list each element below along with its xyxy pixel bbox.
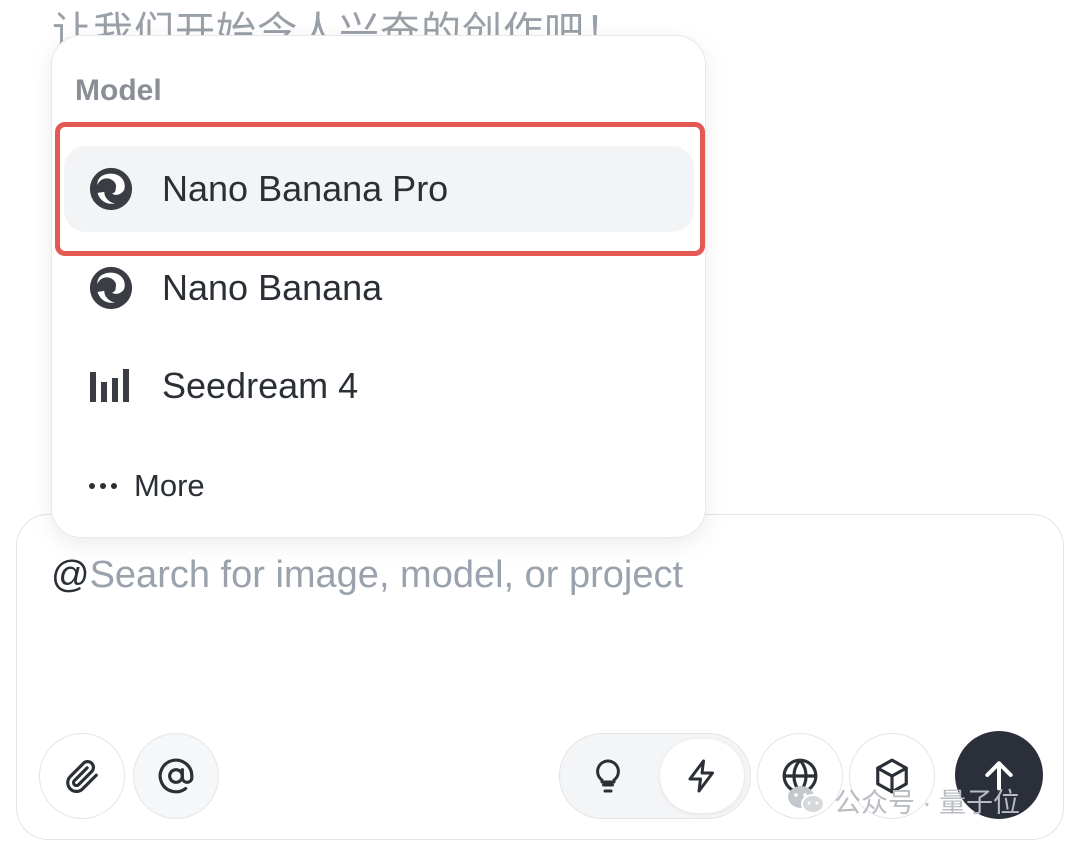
more-label: More [134,468,205,503]
at-sign-icon [158,758,194,794]
gemini-swirl-icon [87,264,135,312]
model-option-seedream-4[interactable]: Seedream 4 [64,343,694,429]
more-dots-icon [89,483,117,489]
prompt-placeholder: Search for image, model, or project [89,554,684,596]
prompt-at-prefix: @ [51,554,90,596]
model-dropdown: Model Nano Banana Pro Nano Banana Seedre… [51,35,706,538]
paperclip-icon [66,760,98,793]
attach-button[interactable] [39,733,125,819]
gemini-swirl-icon [87,165,135,213]
model-option-label: Seedream 4 [162,365,359,406]
model-option-label: Nano Banana Pro [162,168,449,209]
idea-mode-button[interactable] [566,739,650,813]
model-menu-title: Model [75,74,162,107]
watermark: 公众号 · 量子位 [786,782,1020,818]
mode-toggle [559,733,751,819]
fast-mode-button[interactable] [660,739,744,813]
prompt-input[interactable]: @Search for image, model, or project [51,553,683,597]
model-option-nano-banana[interactable]: Nano Banana [64,245,694,331]
lightbulb-icon [596,759,620,793]
model-option-label: Nano Banana [162,267,383,308]
page: 让我们开始令人兴奋的创作吧！ @Search for image, model,… [0,0,1080,842]
lightning-icon [688,759,714,793]
watermark-text: 公众号 · 量子位 [834,787,1020,818]
bytedance-bars-icon [87,362,135,410]
mention-button[interactable] [133,733,219,819]
model-option-nano-banana-pro[interactable]: Nano Banana Pro [64,146,694,232]
more-models-button[interactable]: More [88,466,205,506]
wechat-icon [788,786,825,814]
